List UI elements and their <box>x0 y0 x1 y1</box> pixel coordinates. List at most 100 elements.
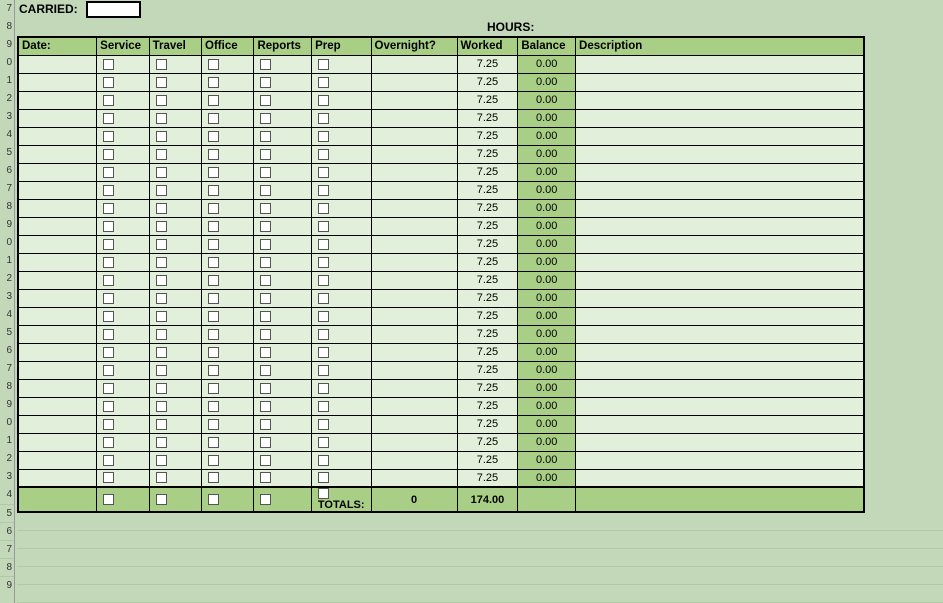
cell-travel[interactable] <box>149 253 201 271</box>
row-header[interactable]: 0 <box>0 54 14 72</box>
cell-office[interactable] <box>202 361 254 379</box>
cell-prep[interactable] <box>312 55 371 73</box>
checkbox-icon[interactable] <box>260 95 271 106</box>
checkbox-icon[interactable] <box>260 329 271 340</box>
checkbox-icon[interactable] <box>103 401 114 412</box>
col-travel[interactable]: Travel <box>149 37 201 55</box>
cell-balance[interactable]: 0.00 <box>518 163 576 181</box>
checkbox-icon[interactable] <box>208 419 219 430</box>
cell-reports[interactable] <box>254 415 312 433</box>
cell-office[interactable] <box>202 433 254 451</box>
cell-service[interactable] <box>97 469 149 487</box>
cell-date[interactable] <box>18 127 97 145</box>
cell-prep[interactable] <box>312 415 371 433</box>
col-office[interactable]: Office <box>202 37 254 55</box>
cell-reports[interactable] <box>254 289 312 307</box>
cell-service[interactable] <box>97 433 149 451</box>
cell-travel[interactable] <box>149 163 201 181</box>
cell-travel[interactable] <box>149 145 201 163</box>
cell-date[interactable] <box>18 325 97 343</box>
cell-travel[interactable] <box>149 55 201 73</box>
checkbox-icon[interactable] <box>156 472 167 483</box>
cell-travel[interactable] <box>149 127 201 145</box>
row-header[interactable]: 3 <box>0 108 14 126</box>
col-prep[interactable]: Prep <box>312 37 371 55</box>
cell-prep[interactable] <box>312 343 371 361</box>
table-row[interactable]: 7.250.00 <box>18 325 864 343</box>
row-header[interactable]: 2 <box>0 450 14 468</box>
table-row[interactable]: 7.250.00 <box>18 127 864 145</box>
checkbox-icon[interactable] <box>260 149 271 160</box>
cell-prep[interactable] <box>312 397 371 415</box>
cell-balance[interactable]: 0.00 <box>518 253 576 271</box>
cell-balance[interactable]: 0.00 <box>518 379 576 397</box>
cell-overnight[interactable] <box>371 415 457 433</box>
checkbox-icon[interactable] <box>156 185 167 196</box>
checkbox-icon[interactable] <box>318 185 329 196</box>
checkbox-icon[interactable] <box>103 113 114 124</box>
row-header[interactable]: 7 <box>0 0 14 18</box>
cell-date[interactable] <box>18 73 97 91</box>
checkbox-icon[interactable] <box>208 383 219 394</box>
cell-office[interactable] <box>202 91 254 109</box>
cell-travel[interactable] <box>149 451 201 469</box>
cell-worked[interactable]: 7.25 <box>457 343 518 361</box>
cell-reports[interactable] <box>254 253 312 271</box>
table-row[interactable]: 7.250.00 <box>18 307 864 325</box>
checkbox-icon[interactable] <box>318 167 329 178</box>
cell-overnight[interactable] <box>371 145 457 163</box>
cell-prep[interactable] <box>312 109 371 127</box>
row-header[interactable]: 8 <box>0 558 14 576</box>
cell-date[interactable] <box>18 145 97 163</box>
cell-travel[interactable] <box>149 343 201 361</box>
cell-date[interactable] <box>18 307 97 325</box>
row-header[interactable]: 6 <box>0 162 14 180</box>
cell-reports[interactable] <box>254 145 312 163</box>
carried-input[interactable] <box>86 1 141 18</box>
cell-reports[interactable] <box>254 217 312 235</box>
checkbox-icon[interactable] <box>208 77 219 88</box>
table-row[interactable]: 7.250.00 <box>18 343 864 361</box>
checkbox-icon[interactable] <box>318 275 329 286</box>
cell-description[interactable] <box>576 217 864 235</box>
checkbox-icon[interactable] <box>156 257 167 268</box>
cell-date[interactable] <box>18 199 97 217</box>
cell-description[interactable] <box>576 307 864 325</box>
checkbox-icon[interactable] <box>103 472 114 483</box>
col-description[interactable]: Description <box>576 37 864 55</box>
table-row[interactable]: 7.250.00 <box>18 271 864 289</box>
cell-office[interactable] <box>202 109 254 127</box>
cell-worked[interactable]: 7.25 <box>457 217 518 235</box>
cell-prep[interactable] <box>312 253 371 271</box>
cell-description[interactable] <box>576 55 864 73</box>
cell-prep[interactable] <box>312 289 371 307</box>
cell-date[interactable] <box>18 289 97 307</box>
cell-office[interactable] <box>202 469 254 487</box>
cell-overnight[interactable] <box>371 271 457 289</box>
cell-balance[interactable]: 0.00 <box>518 325 576 343</box>
checkbox-icon[interactable] <box>260 455 271 466</box>
checkbox-icon[interactable] <box>260 221 271 232</box>
cell-travel[interactable] <box>149 379 201 397</box>
cell-prep[interactable] <box>312 271 371 289</box>
cell-service[interactable] <box>97 55 149 73</box>
checkbox-icon[interactable] <box>318 203 329 214</box>
checkbox-icon[interactable] <box>318 131 329 142</box>
checkbox-icon[interactable] <box>318 401 329 412</box>
checkbox-icon[interactable] <box>318 419 329 430</box>
cell-prep[interactable] <box>312 181 371 199</box>
checkbox-icon[interactable] <box>260 203 271 214</box>
checkbox-icon[interactable] <box>208 149 219 160</box>
cell-prep[interactable] <box>312 127 371 145</box>
cell-prep[interactable] <box>312 73 371 91</box>
cell-prep[interactable] <box>312 91 371 109</box>
checkbox-icon[interactable] <box>103 455 114 466</box>
cell-office[interactable] <box>202 325 254 343</box>
checkbox-icon[interactable] <box>208 221 219 232</box>
checkbox-icon[interactable] <box>156 494 167 505</box>
checkbox-icon[interactable] <box>156 365 167 376</box>
cell-balance[interactable]: 0.00 <box>518 55 576 73</box>
checkbox-icon[interactable] <box>260 419 271 430</box>
cell-office[interactable] <box>202 397 254 415</box>
cell-office[interactable] <box>202 307 254 325</box>
